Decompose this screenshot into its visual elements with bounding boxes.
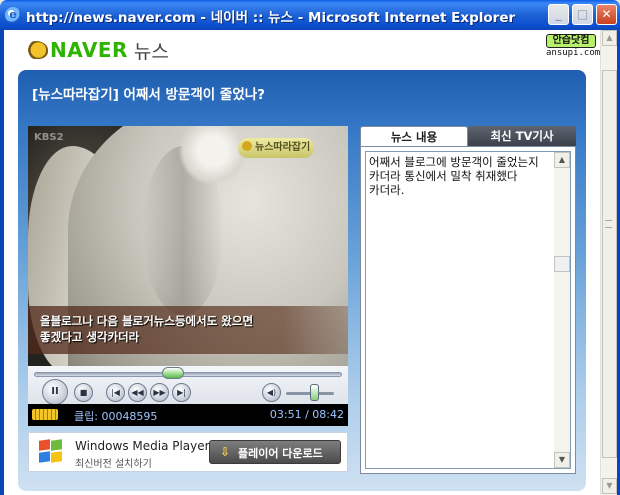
buffering-icon: [32, 409, 58, 420]
scroll-grip-icon: [605, 220, 612, 228]
page-scroll-thumb[interactable]: [602, 70, 617, 458]
windows-logo-icon: [39, 439, 65, 464]
program-tag: 뉴스따라잡기: [238, 138, 315, 158]
title-bar[interactable]: e http://news.naver.com - 네이버 :: 뉴스 - Mi…: [0, 0, 620, 30]
tab-latest-tv-news[interactable]: 최신 TV기사: [468, 126, 576, 146]
page-scrollbar[interactable]: ▲ ▼: [600, 30, 617, 495]
channel-watermark: KBS2: [34, 132, 64, 143]
tab-news-content[interactable]: 뉴스 내용: [360, 126, 468, 146]
next-button[interactable]: ▶|: [172, 383, 191, 402]
window-title: http://news.naver.com - 네이버 :: 뉴스 - Micr…: [26, 10, 516, 26]
news-scroll-thumb[interactable]: [554, 256, 570, 272]
news-section-text: 뉴스: [133, 40, 169, 63]
naver-bird-icon: [24, 41, 48, 59]
video-subtitle: 올블로그나 다음 블로거뉴스등에서도 왔으면 좋겠다고 생각카더라: [28, 306, 348, 354]
playback-time: 03:51 / 08:42: [269, 408, 344, 421]
download-label: 플레이어 다운로드: [238, 447, 323, 460]
video-screen[interactable]: KBS2 뉴스따라잡기 올블로그나 다음 블로거뉴스등에서도 왔으면 좋겠다고 …: [28, 126, 348, 366]
download-icon: ⇩: [219, 445, 231, 459]
scroll-down-icon[interactable]: ▼: [554, 452, 570, 468]
minimize-button[interactable]: _: [548, 4, 569, 25]
wmp-name: Windows Media Player: [75, 439, 210, 453]
naver-brand-text: NAVER: [50, 38, 128, 62]
naver-news-logo[interactable]: NAVER 뉴스: [24, 38, 169, 63]
player-controls: II ■ |◀ ◀◀ ▶▶ ▶| ◀): [28, 366, 348, 405]
news-body: 어째서 블로그에 방문객이 줄었는지 카더라 통신에서 밀착 취재했다 카더라.: [369, 155, 539, 197]
maximize-button[interactable]: □: [572, 4, 593, 25]
rewind-button[interactable]: ◀◀: [128, 383, 147, 402]
site-badge-title: 안습닷컴: [546, 34, 596, 48]
previous-button[interactable]: |◀: [106, 383, 125, 402]
news-scrollbar[interactable]: ▲ ▼: [554, 152, 570, 468]
site-badge: 안습닷컴 ansupi.com: [546, 34, 600, 60]
seek-bar[interactable]: [34, 372, 342, 377]
article-title: [뉴스따라잡기] 어째서 방문객이 줄었나?: [32, 87, 265, 103]
news-text-area[interactable]: 어째서 블로그에 방문객이 줄었는지 카더라 통신에서 밀착 취재했다 카더라.…: [365, 151, 571, 469]
site-badge-url: ansupi.com: [546, 48, 600, 58]
player-status-bar: 클립: 00048595 03:51 / 08:42: [28, 404, 348, 426]
ie-icon: e: [5, 7, 21, 23]
fast-forward-button[interactable]: ▶▶: [150, 383, 169, 402]
page-content: NAVER 뉴스 안습닷컴 ansupi.com [뉴스따라잡기] 어째서 방문…: [4, 30, 600, 495]
page-scroll-up-icon[interactable]: ▲: [602, 30, 617, 46]
news-tabs: 뉴스 내용 최신 TV기사: [360, 126, 576, 146]
player-download-button[interactable]: ⇩ 플레이어 다운로드: [209, 440, 341, 464]
subtitle-line-2: 좋겠다고 생각카더라: [40, 330, 140, 344]
browser-window: e http://news.naver.com - 네이버 :: 뉴스 - Mi…: [0, 0, 620, 495]
wmp-download-box: Windows Media Player 최신버전 설치하기 ⇩ 플레이어 다운…: [28, 432, 348, 472]
wmp-install-text[interactable]: 최신버전 설치하기: [75, 455, 152, 470]
news-content-box: 어째서 블로그에 방문객이 줄었는지 카더라 통신에서 밀착 취재했다 카더라.…: [360, 146, 576, 474]
close-button[interactable]: ✕: [596, 4, 617, 25]
volume-handle[interactable]: [310, 384, 320, 401]
subtitle-line-1: 올블로그나 다음 블로거뉴스등에서도 왔으면: [40, 314, 254, 328]
scroll-up-icon[interactable]: ▲: [554, 152, 570, 168]
pause-button[interactable]: II: [42, 379, 68, 405]
video-panel: [뉴스따라잡기] 어째서 방문객이 줄었나? KBS2 뉴스따라잡기 올블로그나…: [18, 70, 586, 491]
clip-id: 클립: 00048595: [74, 410, 158, 423]
stop-button[interactable]: ■: [74, 383, 93, 402]
mute-button[interactable]: ◀): [262, 383, 281, 402]
page-scroll-down-icon[interactable]: ▼: [602, 478, 617, 494]
seek-handle[interactable]: [161, 367, 184, 379]
